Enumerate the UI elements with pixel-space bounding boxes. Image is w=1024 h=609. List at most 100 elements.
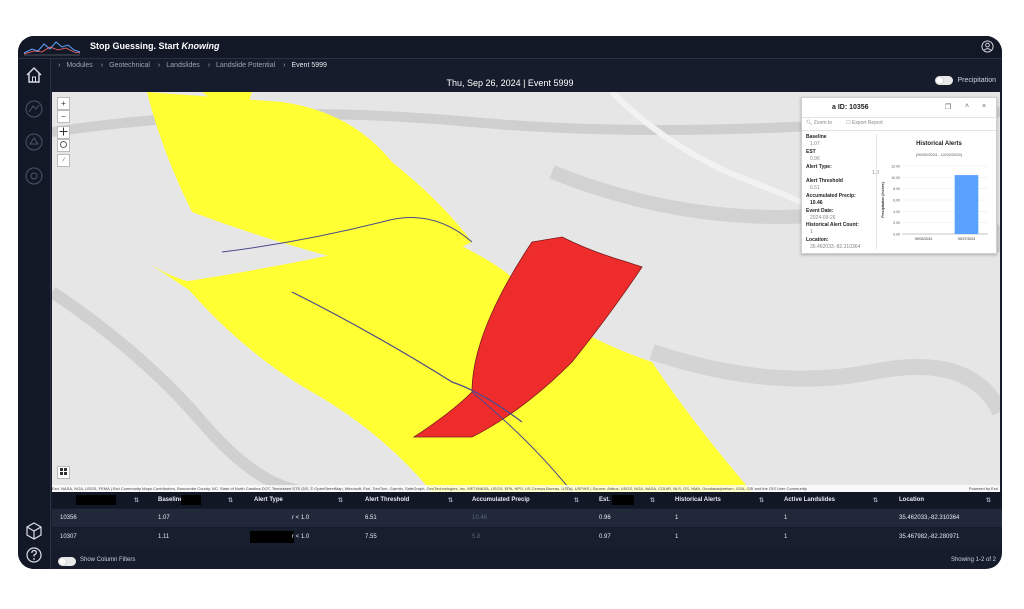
logo-icon <box>23 41 81 56</box>
cube-icon[interactable] <box>24 521 44 541</box>
field-label-alert-threshold: Alert Threshold <box>806 178 843 184</box>
user-circle-icon[interactable] <box>981 40 994 53</box>
landslide-module-icon[interactable] <box>24 99 44 119</box>
map-view[interactable]: + − a ID: 10356 ❐ ˄ × 🔍︎ Zoom to ☐ Expor… <box>52 92 1000 492</box>
popup-toolbar: 🔍︎ Zoom to ☐ Export Report <box>806 120 883 126</box>
sort-active-landslides-icon[interactable]: ⇅ <box>873 492 878 508</box>
showing-count: Showing 1-2 of 2 <box>950 557 996 563</box>
grid-icon <box>60 468 67 475</box>
brand-tagline: Stop Guessing. Start Knowing <box>90 41 220 51</box>
x-tick-label: 09/03/2024 <box>915 237 933 241</box>
sort-id-icon[interactable]: ⇅ <box>134 492 139 508</box>
field-label-event-date: Event Date: <box>806 208 834 214</box>
close-icon[interactable]: × <box>982 103 986 110</box>
y-tick-label: 0.00 <box>893 233 900 237</box>
breadcrumb-event: Event 5999 <box>291 62 327 69</box>
export-report-button[interactable]: ☐ Export Report <box>846 120 883 126</box>
left-nav <box>18 59 51 569</box>
field-value-location: 35.462033,-82.310364 <box>810 244 861 250</box>
rotate-icon <box>60 141 67 148</box>
precipitation-toggle-group: Precipitation <box>935 76 996 85</box>
redacted-block <box>181 495 201 505</box>
sort-location-icon[interactable]: ⇅ <box>986 492 991 508</box>
redacted-block <box>76 495 116 505</box>
field-label-accumulated-precip: Accumulated Precip: <box>806 193 856 199</box>
zoom-out-button[interactable]: − <box>57 110 70 123</box>
basemap-gallery-button[interactable] <box>57 466 70 479</box>
map-attribution: Esri, NASA, NGA, USGS, FEMA | Esri Commu… <box>52 485 1000 492</box>
collapse-icon[interactable]: ˄ <box>965 103 969 110</box>
field-label-historical-alert-count: Historical Alert Count: <box>806 222 859 228</box>
col-est[interactable]: Est. <box>599 492 610 508</box>
help-icon[interactable] <box>24 545 44 565</box>
rotate-button[interactable] <box>57 139 70 152</box>
field-value-historical-alert-count: 1 <box>810 229 813 235</box>
compass-icon <box>61 156 66 163</box>
historical-alerts-chart: 12.00 10.00 8.00 6.00 4.00 2.00 0.00 Precipitat… <box>881 165 988 241</box>
breadcrumb-modules[interactable]: Modules <box>66 62 92 69</box>
col-alert-type[interactable]: Alert Type <box>254 492 283 508</box>
page-title: Thu, Sep 26, 2024 | Event 5999 <box>446 78 574 88</box>
field-value-event-date: 2024-09-26 <box>810 215 836 221</box>
field-value-baseline: 1.07 <box>810 141 820 147</box>
y-tick-label: 2.00 <box>893 221 900 225</box>
field-label-est: EST <box>806 149 816 155</box>
table-row[interactable]: 10307 1.11 r < 1.0 7.55 5.8 0.97 1 1 35.… <box>52 528 1002 546</box>
powered-by-esri: Powered by Esri <box>968 486 998 491</box>
redacted-block <box>250 531 294 543</box>
top-bar: Stop Guessing. Start Knowing <box>18 36 1002 59</box>
table-row[interactable]: 10356 1.07 r < 1.0 6.51 10.46 0.96 1 1 3… <box>52 509 1002 527</box>
breadcrumb: › Modules › Geotechnical › Landslides › Land… <box>58 62 327 69</box>
field-value-est: 0.96 <box>810 156 820 162</box>
hazard-module-icon[interactable] <box>24 166 44 186</box>
col-alert-threshold[interactable]: Alert Threshold <box>365 492 409 508</box>
sort-historical-alerts-icon[interactable]: ⇅ <box>759 492 764 508</box>
geotechnical-module-icon[interactable] <box>24 132 44 152</box>
pan-icon <box>59 127 68 136</box>
zoom-in-button[interactable]: + <box>57 97 70 110</box>
precipitation-label: Precipitation <box>957 77 996 84</box>
col-accumulated-precip[interactable]: Accumulated Precip <box>472 492 530 508</box>
breadcrumb-landslides[interactable]: Landslides <box>166 62 199 69</box>
results-table: ⇅ Baseline ⇅ Alert Type ⇅ Alert Threshol… <box>52 492 1002 550</box>
y-tick-label: 6.00 <box>893 199 900 203</box>
sort-alert-type-icon[interactable]: ⇅ <box>338 492 343 508</box>
y-tick-label: 4.00 <box>893 210 900 214</box>
col-baseline[interactable]: Baseline <box>158 492 183 508</box>
sort-baseline-icon[interactable]: ⇅ <box>228 492 233 508</box>
redacted-block <box>612 495 634 505</box>
x-tick-label: 09/27/2024 <box>958 237 976 241</box>
field-value-alert-threshold: 6.51 <box>810 185 820 191</box>
precipitation-toggle[interactable] <box>935 76 954 85</box>
table-header: ⇅ Baseline ⇅ Alert Type ⇅ Alert Threshol… <box>52 492 1002 508</box>
y-tick-label: 8.00 <box>893 187 900 191</box>
y-axis-label: Precipitation (inches) <box>881 182 885 218</box>
show-column-filters-toggle[interactable] <box>58 557 76 566</box>
feature-popup: a ID: 10356 ❐ ˄ × 🔍︎ Zoom to ☐ Export Re… <box>801 97 997 254</box>
chart-bar <box>954 175 979 234</box>
col-location[interactable]: Location <box>899 492 924 508</box>
col-historical-alerts[interactable]: Historical Alerts <box>675 492 721 508</box>
table-footer: Show Column Filters Showing 1-2 of 2 <box>52 553 1002 569</box>
field-label-alert-type: Alert Type: <box>806 164 832 170</box>
sort-est-icon[interactable]: ⇅ <box>650 492 655 508</box>
field-label-location: Location: <box>806 237 829 243</box>
sort-alert-threshold-icon[interactable]: ⇅ <box>448 492 453 508</box>
zoom-to-button[interactable]: 🔍︎ Zoom to <box>806 120 832 126</box>
breadcrumb-geotechnical[interactable]: Geotechnical <box>109 62 150 69</box>
compass-button[interactable] <box>57 154 70 167</box>
chart-subtitle: (09/02/2024 - 12/02/2024) <box>915 152 963 157</box>
show-column-filters-label: Show Column Filters <box>80 557 136 563</box>
sort-accumulated-precip-icon[interactable]: ⇅ <box>574 492 579 508</box>
popup-title: a ID: 10356 <box>832 104 869 111</box>
breadcrumb-landslide-potential[interactable]: Landslide Potential <box>216 62 275 69</box>
chart-title: Historical Alerts <box>916 141 962 147</box>
field-label-baseline: Baseline <box>806 134 827 140</box>
col-active-landslides[interactable]: Active Landslides <box>784 492 835 508</box>
y-tick-label: 12.00 <box>891 165 900 169</box>
field-value-accumulated-precip: 10.46 <box>810 200 823 206</box>
y-tick-label: 10.00 <box>891 176 900 180</box>
dock-icon[interactable]: ❐ <box>945 103 951 111</box>
pan-button[interactable] <box>57 126 70 139</box>
app-window: Stop Guessing. Start Knowing › Modules ›… <box>18 36 1002 569</box>
